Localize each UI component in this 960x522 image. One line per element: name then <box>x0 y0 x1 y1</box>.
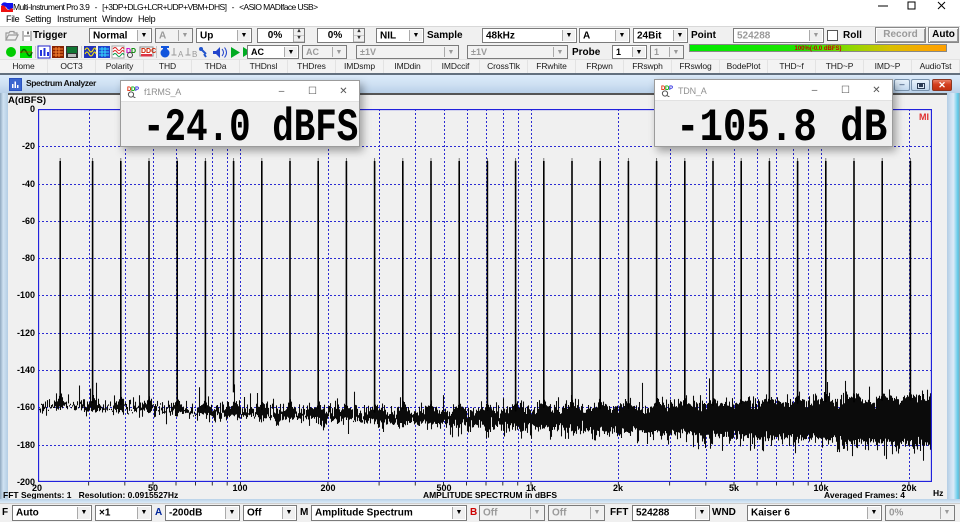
svg-text:A: A <box>178 50 184 59</box>
svg-text:MI: MI <box>919 112 929 122</box>
svg-text:P: P <box>669 86 673 92</box>
svg-text:P: P <box>135 87 139 93</box>
svg-text:B: B <box>192 50 197 59</box>
svg-text:DDC: DDC <box>141 48 156 55</box>
